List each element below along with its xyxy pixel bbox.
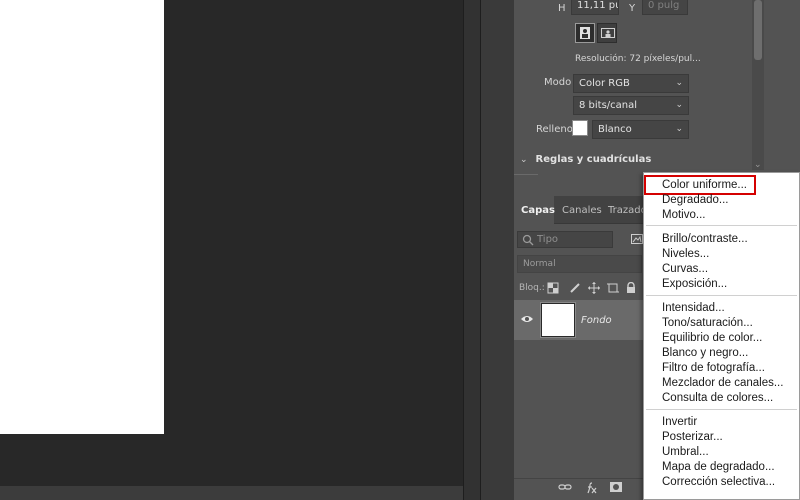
height-field[interactable]: 11,11 pulg [571, 0, 619, 15]
landscape-orientation-button[interactable] [597, 23, 617, 43]
vertical-scrollbar[interactable] [463, 0, 480, 500]
search-placeholder: Tipo [537, 234, 559, 245]
menu-item-gradient-map[interactable]: Mapa de degradado... [662, 460, 775, 474]
y-field[interactable]: 0 pulg [642, 0, 688, 15]
mode-select[interactable]: Color RGB ⌄ [573, 74, 689, 93]
divider [514, 174, 538, 175]
menu-item-curves[interactable]: Curvas... [662, 262, 708, 276]
section-rulers-grids[interactable]: ⌄ Reglas y cuadrículas [520, 152, 651, 165]
canvas-workspace[interactable] [0, 0, 463, 486]
mode-select-value: Color RGB [579, 78, 630, 89]
lock-icon[interactable] [626, 282, 636, 294]
lock-transparency-icon[interactable] [547, 282, 559, 294]
blend-mode-select[interactable]: Normal [517, 255, 642, 273]
menu-item-hue-saturation[interactable]: Tono/saturación... [662, 316, 753, 330]
chevron-down-icon: ⌄ [675, 124, 683, 134]
menu-item-solid-color[interactable]: Color uniforme... [662, 178, 747, 192]
height-label: H [558, 3, 566, 14]
fill-color-swatch[interactable] [572, 120, 588, 136]
menu-item-color-balance[interactable]: Equilibrio de color... [662, 331, 762, 345]
image-filter-icon[interactable] [631, 234, 643, 244]
y-label: Y [629, 3, 636, 14]
mask-icon[interactable] [610, 482, 622, 492]
tab-canales[interactable]: Canales [562, 205, 602, 216]
menu-item-pattern[interactable]: Motivo... [662, 208, 705, 222]
portrait-orientation-button[interactable] [575, 23, 595, 43]
menu-separator [646, 295, 797, 296]
adjustment-layer-menu: Color uniforme... Degradado... Motivo...… [643, 172, 800, 500]
section-rulers-title: Reglas y cuadrículas [535, 154, 652, 165]
resolution-text: Resolución: 72 píxeles/pul... [575, 54, 701, 64]
lock-label: Bloq.: [519, 283, 545, 293]
layer-name[interactable]: Fondo [581, 315, 612, 326]
menu-item-channel-mixer[interactable]: Mezclador de canales... [662, 376, 783, 390]
menu-separator [646, 409, 797, 410]
menu-item-invert[interactable]: Invertir [662, 415, 697, 429]
menu-item-selective-color[interactable]: Corrección selectiva... [662, 475, 775, 489]
artboard-icon[interactable] [607, 282, 619, 294]
menu-item-threshold[interactable]: Umbral... [662, 445, 709, 459]
brush-icon[interactable] [569, 282, 581, 294]
menu-item-color-lookup[interactable]: Consulta de colores... [662, 391, 773, 405]
landscape-icon [601, 28, 615, 38]
menu-item-vibrance[interactable]: Intensidad... [662, 301, 725, 315]
properties-scroll-thumb[interactable] [754, 0, 762, 60]
collapsed-panel-dock [480, 0, 514, 500]
disclosure-triangle-icon: ⌄ [520, 155, 528, 165]
fill-select[interactable]: Blanco ⌄ [592, 120, 689, 139]
collapse-chevron-icon[interactable]: ⌄ [754, 160, 762, 170]
bit-depth-value: 8 bits/canal [579, 100, 638, 111]
document-canvas[interactable] [0, 0, 164, 434]
search-icon [522, 234, 534, 246]
link-icon[interactable] [558, 482, 572, 492]
chevron-down-icon: ⌄ [675, 78, 683, 88]
portrait-icon [580, 27, 590, 39]
chevron-down-icon: ⌄ [675, 100, 683, 110]
tab-capas[interactable]: Capas [521, 205, 555, 216]
mode-label: Modo [544, 77, 572, 88]
menu-item-levels[interactable]: Niveles... [662, 247, 709, 261]
fill-label: Relleno [536, 124, 573, 135]
horizontal-scrollbar[interactable] [0, 486, 463, 500]
menu-item-posterize[interactable]: Posterizar... [662, 430, 723, 444]
menu-item-gradient[interactable]: Degradado... [662, 193, 729, 207]
layer-thumbnail[interactable] [540, 302, 576, 338]
menu-item-exposure[interactable]: Exposición... [662, 277, 727, 291]
visibility-eye-icon[interactable] [520, 314, 534, 324]
bit-depth-select[interactable]: 8 bits/canal ⌄ [573, 96, 689, 115]
menu-item-black-white[interactable]: Blanco y negro... [662, 346, 748, 360]
menu-item-brightness-contrast[interactable]: Brillo/contraste... [662, 232, 748, 246]
layer-filter-search[interactable]: Tipo [517, 231, 613, 248]
fill-select-value: Blanco [598, 124, 632, 135]
fx-icon[interactable] [585, 482, 597, 494]
move-icon[interactable] [588, 282, 600, 294]
menu-item-photo-filter[interactable]: Filtro de fotografía... [662, 361, 765, 375]
properties-scrollbar[interactable] [752, 0, 764, 170]
menu-separator [646, 225, 797, 226]
